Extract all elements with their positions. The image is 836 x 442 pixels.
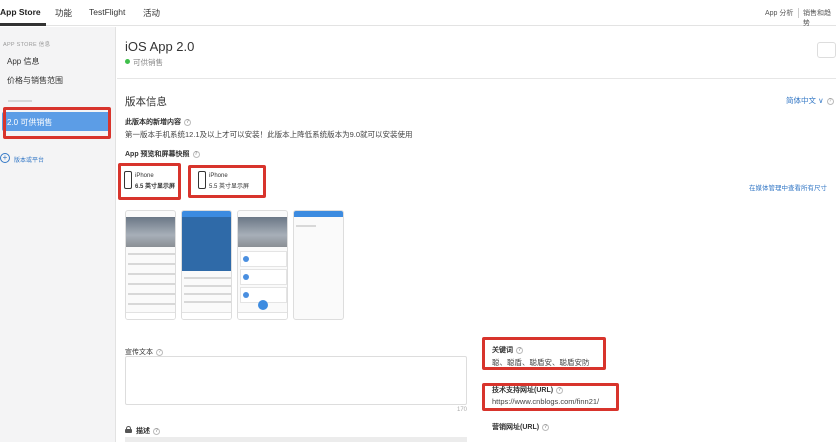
preview-label-text: App 预览和屏幕快照: [125, 151, 190, 158]
tab-features[interactable]: 功能: [55, 7, 72, 19]
main-content: iOS App 2.0 可供销售 版本信息 简体中文 ∨? 此版本的新增内容? …: [117, 27, 836, 442]
list-row: [128, 293, 175, 295]
help-icon[interactable]: ?: [153, 427, 160, 435]
promo-text-field[interactable]: [125, 356, 467, 405]
sidebar-subsection-label: [8, 100, 32, 102]
status-bar: [294, 211, 343, 217]
device-icon: [243, 256, 249, 262]
sidebar-item-app-info[interactable]: App 信息: [7, 56, 39, 67]
tab-bar: [182, 312, 231, 319]
screenshot-thumbnail-4[interactable]: [293, 210, 344, 320]
marketing-url-label-text: 营销网址(URL): [492, 424, 540, 431]
active-tab-indicator: [0, 23, 46, 26]
add-version-label: 版本或平台: [14, 158, 45, 164]
status-badge: 可供销售: [133, 58, 163, 67]
list-row: [128, 303, 175, 305]
header-divider: [117, 78, 836, 79]
tab-bar: [126, 312, 175, 319]
app-analytics-link[interactable]: App 分析: [765, 8, 793, 18]
list-item: [240, 269, 287, 285]
language-selector-label: 简体中文 ∨: [786, 96, 824, 105]
screenshot-banner: [182, 217, 231, 271]
screenshot-thumbnail-1[interactable]: [125, 210, 176, 320]
marketing-url-label: 营销网址(URL)?: [492, 422, 550, 432]
help-icon[interactable]: ?: [184, 118, 191, 126]
section-title: 版本信息: [125, 96, 167, 108]
sidebar: APP STORE 信息 App 信息 价格与销售范围 2.0 可供销售 + 版…: [0, 27, 116, 442]
whats-new-text[interactable]: 第一版本手机系统12.1及以上才可以安装！此版本上降低系统版本为9.0就可以安装…: [125, 129, 413, 140]
screenshot-image: [126, 217, 175, 247]
whats-new-label: 此版本的新增内容?: [125, 117, 191, 127]
add-icon: [258, 300, 268, 310]
screenshot-thumbnail-2[interactable]: [181, 210, 232, 320]
list-row: [184, 293, 231, 295]
list-row: [184, 301, 231, 303]
annotation-box: [118, 163, 181, 200]
tab-activity[interactable]: 活动: [143, 7, 160, 19]
status-dot-icon: [125, 59, 130, 64]
topbar-divider: [798, 8, 799, 18]
save-button[interactable]: [817, 42, 836, 58]
description-field[interactable]: [125, 437, 467, 442]
list-row: [128, 283, 175, 285]
list-row: [184, 277, 231, 279]
tab-app-store[interactable]: App Store: [0, 7, 41, 17]
lock-icon: [125, 426, 132, 433]
help-icon[interactable]: ?: [156, 348, 163, 356]
list-row: [128, 263, 175, 265]
tab-testflight[interactable]: TestFlight: [89, 7, 125, 17]
list-row: [128, 273, 175, 275]
promo-label-text: 宣传文本: [125, 349, 153, 356]
help-icon[interactable]: ?: [826, 97, 834, 105]
list-row: [184, 285, 231, 287]
annotation-box: [482, 337, 606, 370]
sidebar-section-title: APP STORE 信息: [3, 42, 51, 48]
screenshot-image: [238, 217, 287, 247]
sidebar-item-pricing[interactable]: 价格与销售范围: [7, 75, 63, 86]
page-title: iOS App 2.0: [125, 39, 195, 54]
tab-bar: [238, 312, 287, 319]
annotation-box: [188, 165, 266, 198]
list-item: [240, 251, 287, 267]
device-icon: [243, 292, 249, 298]
media-manager-link[interactable]: 在媒体管理中查看所有尺寸: [749, 182, 827, 192]
help-icon[interactable]: ?: [542, 423, 550, 431]
whats-new-label-text: 此版本的新增内容: [125, 119, 181, 126]
description-label-text: 描述: [136, 428, 150, 435]
annotation-box: [3, 107, 111, 139]
language-selector[interactable]: 简体中文 ∨?: [786, 95, 834, 106]
screenshot-thumbnail-3[interactable]: [237, 210, 288, 320]
preview-label: App 预览和屏幕快照?: [125, 149, 200, 159]
list-row: [128, 253, 175, 255]
annotation-box: [482, 383, 619, 411]
description-label: 描述?: [136, 426, 160, 436]
help-icon[interactable]: ?: [192, 150, 200, 158]
list-row: [296, 225, 316, 227]
promo-char-counter: 170: [457, 407, 468, 413]
device-icon: [243, 274, 249, 280]
plus-icon: +: [0, 153, 10, 163]
top-nav-bar: App Store 功能 TestFlight 活动 App 分析 销售和趋势: [0, 0, 836, 28]
sales-trends-link[interactable]: 销售和趋势: [803, 8, 836, 28]
